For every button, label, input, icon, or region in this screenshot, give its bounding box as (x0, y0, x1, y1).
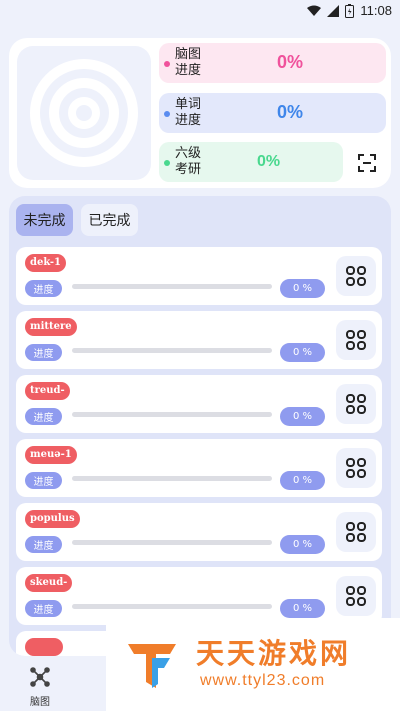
word-row[interactable]: meuə-1 进度 0 % (16, 439, 382, 497)
watermark: 天天游戏网 www.ttyl23.com (106, 618, 400, 711)
stat-percent: 0% (277, 102, 304, 122)
progress-label: 进度 (25, 408, 62, 425)
percent-badge: 0 % (280, 343, 325, 362)
word-tag: mittere (25, 318, 77, 336)
progress-bar (72, 284, 272, 289)
progress-summary-card: 脑图 进度 0% 单词 进度 0% 六级 考研 0% (9, 38, 391, 188)
status-tabs: 未完成 已完成 (16, 204, 138, 236)
word-list-card: 未完成 已完成 dek-1 进度 0 % mittere 进度 0 % treud- 进度 0 … (9, 196, 391, 656)
grid-button[interactable] (336, 448, 376, 488)
progress-label: 进度 (25, 280, 62, 297)
battery-icon (345, 3, 355, 18)
grid-button[interactable] (336, 576, 376, 616)
grid-icon (346, 330, 366, 350)
progress-bar (72, 540, 272, 545)
status-bar: 11:08 (0, 0, 400, 26)
scan-icon (358, 154, 376, 172)
watermark-logo (128, 644, 176, 688)
grid-icon (346, 586, 366, 606)
word-tag: skeud- (25, 574, 73, 592)
stat-label: 脑图 进度 (175, 47, 202, 78)
nav-label: 脑图 (30, 697, 50, 708)
scan-button[interactable] (352, 148, 382, 178)
word-tag: populus (25, 510, 80, 528)
grid-button[interactable] (336, 256, 376, 296)
grid-icon (346, 394, 366, 414)
progress-label: 进度 (25, 472, 62, 489)
grid-button[interactable] (336, 320, 376, 360)
progress-bar (72, 412, 272, 417)
percent-badge: 0 % (280, 279, 325, 298)
word-row[interactable]: mittere 进度 0 % (16, 311, 382, 369)
stat-label: 六级 考研 (175, 146, 202, 177)
tab-unfinished[interactable]: 未完成 (16, 204, 73, 236)
target-rings-icon (30, 59, 138, 167)
stat-cet6-exam: 六级 考研 0% (159, 142, 343, 182)
word-tag: treud- (25, 382, 70, 400)
progress-bar (72, 348, 272, 353)
stat-percent: 0% (257, 153, 281, 170)
stat-word-progress: 单词 进度 0% (159, 93, 386, 133)
status-time: 11:08 (360, 3, 392, 18)
grid-icon (346, 458, 366, 478)
grid-button[interactable] (336, 512, 376, 552)
percent-badge: 0 % (280, 407, 325, 426)
stat-mindmap-progress: 脑图 进度 0% (159, 43, 386, 83)
percent-badge: 0 % (280, 535, 325, 554)
nav-item-mindmap[interactable]: 脑图 (24, 666, 56, 708)
word-row[interactable]: dek-1 进度 0 % (16, 247, 382, 305)
grid-button[interactable] (336, 384, 376, 424)
percent-badge: 0 % (280, 471, 325, 490)
percent-badge: 0 % (280, 599, 325, 618)
wifi-icon (307, 5, 322, 16)
stat-label: 单词 进度 (175, 97, 202, 128)
tab-finished[interactable]: 已完成 (81, 204, 138, 236)
progress-bar (72, 476, 272, 481)
watermark-url: www.ttyl23.com (200, 672, 326, 689)
word-row[interactable]: treud- 进度 0 % (16, 375, 382, 433)
progress-bar (72, 604, 272, 609)
progress-label: 进度 (25, 344, 62, 361)
stat-dot (164, 111, 170, 117)
word-tag (25, 638, 63, 656)
stat-dot (164, 61, 170, 67)
word-row[interactable]: skeud- 进度 0 % (16, 567, 382, 625)
stat-dot (164, 160, 170, 166)
status-icons: 11:08 (307, 3, 392, 18)
word-row[interactable]: populus 进度 0 % (16, 503, 382, 561)
progress-label: 进度 (25, 600, 62, 617)
word-tag: meuə-1 (25, 446, 77, 464)
progress-label: 进度 (25, 536, 62, 553)
word-tag: dek-1 (25, 254, 66, 272)
watermark-title: 天天游戏网 (196, 637, 352, 670)
target-image (17, 46, 151, 180)
grid-icon (346, 522, 366, 542)
mindmap-icon (30, 667, 50, 687)
stat-percent: 0% (277, 52, 304, 72)
word-rows: dek-1 进度 0 % mittere 进度 0 % treud- 进度 0 % meuə-1 进… (16, 247, 382, 656)
signal-icon (327, 4, 340, 17)
grid-icon (346, 266, 366, 286)
